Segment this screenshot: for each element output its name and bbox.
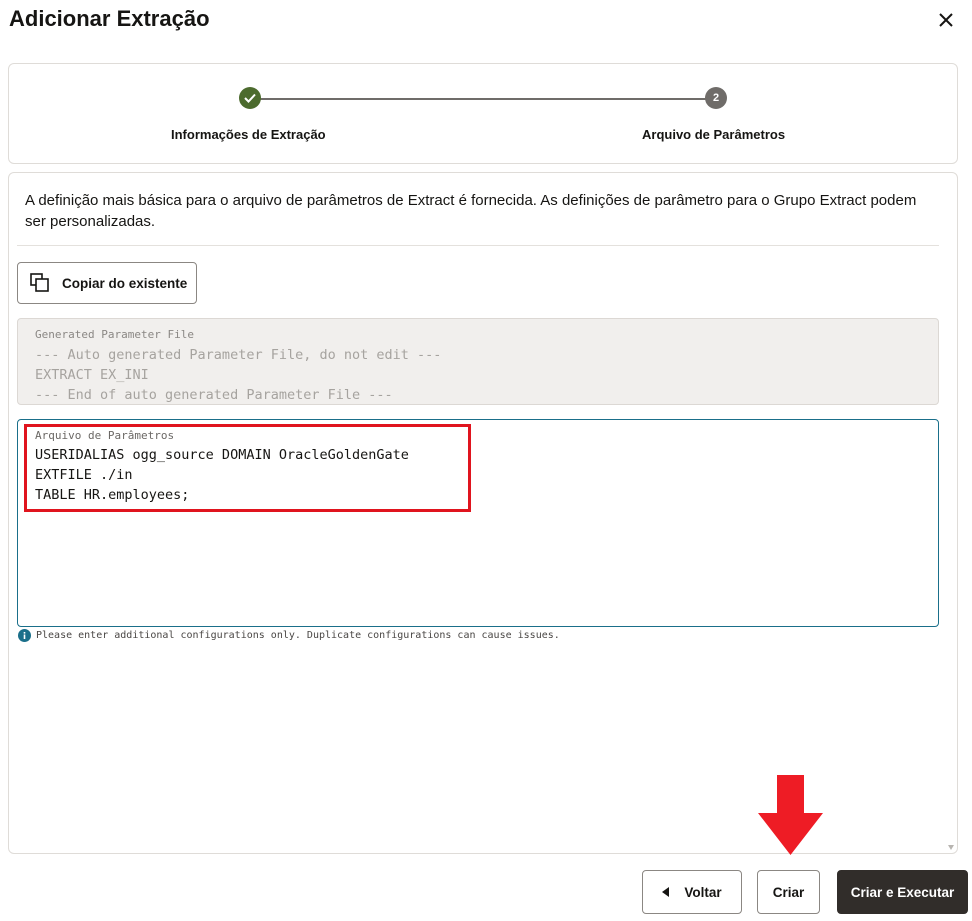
chevron-left-icon	[662, 887, 670, 897]
back-button[interactable]: Voltar	[642, 870, 742, 914]
copy-icon	[30, 273, 49, 292]
step-1-label[interactable]: Informações de Extração	[171, 127, 326, 142]
param-line[interactable]: EXTFILE ./in	[35, 465, 409, 485]
info-icon	[18, 629, 31, 642]
generated-line: EXTRACT EX_INI	[35, 367, 149, 383]
parameter-file-editor[interactable]: Arquivo de Parâmetros USERIDALIAS ogg_so…	[17, 419, 939, 627]
step-2-label[interactable]: Arquivo de Parâmetros	[642, 127, 785, 142]
parameter-file-content[interactable]: USERIDALIAS ogg_source DOMAIN OracleGold…	[35, 445, 409, 505]
copy-button-label: Copiar do existente	[62, 275, 188, 291]
close-icon	[939, 13, 953, 27]
info-message-text: Please enter additional configurations o…	[36, 630, 560, 641]
generated-line: --- Auto generated Parameter File, do no…	[35, 347, 442, 363]
stepper: 2 Informações de Extração Arquivo de Par…	[8, 63, 958, 164]
divider	[17, 245, 939, 246]
description-text: A definição mais básica para o arquivo d…	[25, 192, 917, 230]
parameter-file-panel: A definição mais básica para o arquivo d…	[8, 172, 958, 854]
check-icon	[244, 93, 256, 103]
step-2-number: 2	[712, 92, 720, 104]
step-2-indicator[interactable]: 2	[705, 87, 727, 109]
create-button[interactable]: Criar	[757, 870, 820, 914]
step-1-indicator[interactable]	[239, 87, 261, 109]
generated-line: --- End of auto generated Parameter File…	[35, 387, 393, 403]
info-message: Please enter additional configurations o…	[18, 629, 560, 642]
generated-file-content: --- Auto generated Parameter File, do no…	[35, 345, 441, 405]
copy-from-existing-button[interactable]: Copiar do existente	[17, 262, 197, 304]
close-button[interactable]	[932, 6, 960, 34]
scroll-down-icon[interactable]	[948, 845, 954, 850]
dialog-title: Adicionar Extração	[9, 6, 210, 31]
arrow-down-annotation-icon	[758, 775, 823, 855]
param-line[interactable]: TABLE HR.employees;	[35, 485, 409, 505]
generated-parameter-file: Generated Parameter File --- Auto genera…	[17, 318, 939, 405]
create-and-run-button[interactable]: Criar e Executar	[837, 870, 968, 914]
parameter-file-label: Arquivo de Parâmetros	[35, 429, 175, 442]
param-line[interactable]: USERIDALIAS ogg_source DOMAIN OracleGold…	[35, 445, 409, 465]
create-and-run-button-label: Criar e Executar	[850, 884, 955, 900]
stepper-connector	[259, 98, 724, 100]
generated-file-label: Generated Parameter File	[35, 328, 194, 341]
create-button-label: Criar	[772, 884, 805, 900]
back-button-label: Voltar	[684, 884, 722, 900]
